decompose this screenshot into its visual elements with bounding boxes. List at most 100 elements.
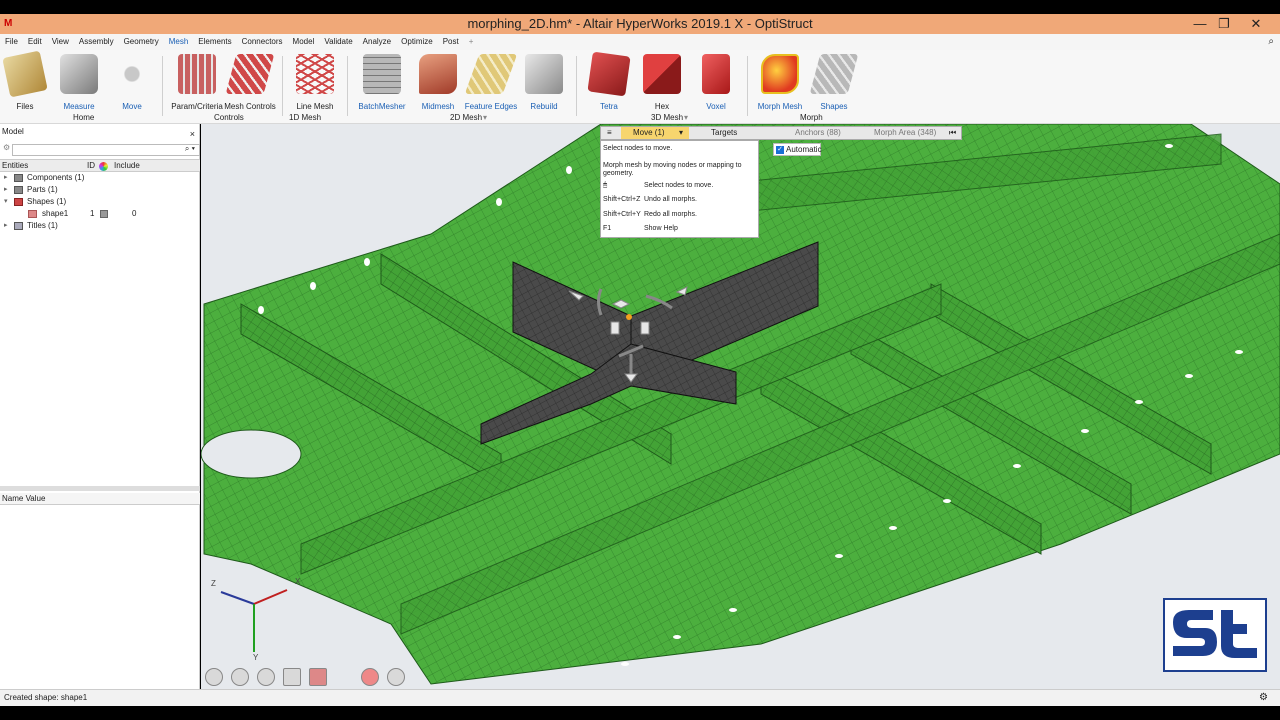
rotate-view-icon[interactable] bbox=[205, 668, 223, 686]
gear-icon[interactable]: ⚙ bbox=[1259, 690, 1268, 706]
col-id[interactable]: ID bbox=[87, 160, 95, 172]
collapse-toolbar-button[interactable]: ⏮ bbox=[949, 127, 956, 139]
morph-toolbar: ≡ Move (1) ▾ Targets Anchors (88) Morph … bbox=[600, 126, 962, 156]
menu-post[interactable]: Post bbox=[438, 34, 464, 50]
close-icon[interactable]: × bbox=[190, 126, 195, 142]
menu-analyze[interactable]: Analyze bbox=[358, 34, 396, 50]
fit-view-icon[interactable] bbox=[387, 668, 405, 686]
menu-elements[interactable]: Elements bbox=[193, 34, 236, 50]
close-button[interactable]: ✕ bbox=[1242, 14, 1270, 34]
line-mesh-button[interactable]: Line Mesh bbox=[287, 54, 343, 111]
tooltip-header: Select nodes to move. bbox=[603, 145, 673, 152]
pan-view-icon[interactable] bbox=[231, 668, 249, 686]
spin-view-icon[interactable] bbox=[257, 668, 275, 686]
targets-button[interactable]: Targets bbox=[711, 127, 737, 139]
selected-node[interactable] bbox=[626, 314, 632, 320]
batchmesher-button[interactable]: BatchMesher bbox=[354, 54, 410, 111]
iso-view-icon[interactable] bbox=[283, 668, 301, 686]
st-logo bbox=[1163, 598, 1267, 672]
menu-connectors[interactable]: Connectors bbox=[237, 34, 288, 50]
chevron-right-icon[interactable]: ▸ bbox=[4, 220, 8, 232]
chevron-down-icon[interactable]: ▾ bbox=[483, 113, 487, 122]
axis-view-icon[interactable] bbox=[335, 668, 353, 686]
menu-assembly[interactable]: Assembly bbox=[74, 34, 119, 50]
menu-mesh[interactable]: Mesh bbox=[164, 34, 194, 50]
shape1-id: 1 bbox=[90, 209, 95, 218]
automatic-label: Automatic bbox=[786, 145, 822, 154]
tetra-button[interactable]: Tetra bbox=[581, 51, 637, 111]
color-wheel-icon bbox=[99, 162, 108, 171]
menu-edit[interactable]: Edit bbox=[23, 34, 47, 50]
tree-item-titles[interactable]: ▸ Titles (1) bbox=[0, 220, 200, 232]
section-view-icon[interactable] bbox=[309, 668, 327, 686]
morph-area-button[interactable]: Morph Area (348) bbox=[874, 127, 936, 139]
col-include[interactable]: Include bbox=[114, 160, 140, 172]
feature-edges-button[interactable]: Feature Edges bbox=[463, 54, 519, 111]
anchors-button[interactable]: Anchors (88) bbox=[795, 127, 841, 139]
menu-model[interactable]: Model bbox=[288, 34, 320, 50]
add-tab-button[interactable]: + bbox=[464, 34, 479, 50]
measure-button[interactable]: Measure bbox=[51, 54, 107, 111]
menu-bar: File Edit View Assembly Geometry Mesh El… bbox=[0, 34, 1280, 50]
name-value-header: Name Value bbox=[0, 493, 200, 505]
group-1d-mesh: 1D Mesh bbox=[289, 113, 322, 122]
tree-item-parts[interactable]: ▸ Parts (1) bbox=[0, 184, 200, 196]
morph-mesh-button[interactable]: Morph Mesh bbox=[752, 54, 808, 111]
tooltip-description: geometry. bbox=[603, 170, 634, 177]
titles-icon bbox=[14, 222, 23, 230]
ribbon-separator bbox=[347, 56, 348, 116]
filter-icon[interactable]: ⚙ bbox=[3, 143, 10, 152]
rebuild-button[interactable]: Rebuild bbox=[516, 54, 572, 111]
mesh-controls-icon bbox=[225, 54, 275, 94]
hex-button[interactable]: Hex bbox=[634, 54, 690, 111]
measure-icon bbox=[60, 54, 98, 94]
voxel-icon bbox=[702, 54, 730, 94]
menu-optimize[interactable]: Optimize bbox=[396, 34, 438, 50]
ribbon: Files Measure Move Param/Criteria Mesh C… bbox=[0, 50, 1280, 124]
hamburger-menu-button[interactable]: ≡ bbox=[607, 127, 619, 139]
color-swatch[interactable] bbox=[100, 210, 108, 218]
voxel-button[interactable]: Voxel bbox=[688, 54, 744, 111]
midmesh-button[interactable]: Midmesh bbox=[410, 54, 466, 111]
search-icon[interactable]: ⌕ bbox=[1268, 36, 1274, 47]
menu-geometry[interactable]: Geometry bbox=[119, 34, 164, 50]
panel-header: Model × bbox=[0, 124, 199, 140]
chevron-down-icon[interactable]: ▾ bbox=[4, 196, 8, 208]
shape1-include: 0 bbox=[132, 209, 137, 218]
group-2d-mesh[interactable]: 2D Mesh bbox=[450, 113, 482, 122]
move-mode-label: Move (1) bbox=[633, 128, 665, 137]
ribbon-separator bbox=[576, 56, 577, 116]
feature-edges-icon bbox=[464, 54, 518, 94]
components-icon bbox=[14, 174, 23, 182]
zoom-view-icon[interactable] bbox=[361, 668, 379, 686]
shapes-icon bbox=[809, 54, 859, 94]
chevron-right-icon[interactable]: ▸ bbox=[4, 172, 8, 184]
param-criteria-button[interactable]: Param/Criteria bbox=[169, 54, 225, 111]
morph-mesh-icon bbox=[761, 54, 799, 94]
shapes-button[interactable]: Shapes bbox=[806, 54, 862, 111]
tree-item-shape1[interactable]: shape1 1 0 bbox=[0, 208, 200, 220]
chevron-down-icon[interactable]: ▾ bbox=[684, 113, 688, 122]
model-browser: Model × ⚙ ⌕ ▾ Entities ID Include ▸ Comp… bbox=[0, 124, 200, 689]
files-button[interactable]: Files bbox=[0, 50, 53, 111]
menu-file[interactable]: File bbox=[0, 34, 23, 50]
search-icon[interactable]: ⌕ ▾ bbox=[185, 144, 195, 154]
restore-button[interactable]: ❐ bbox=[1210, 14, 1238, 34]
morph-tooltip: Select nodes to move. Morph mesh by movi… bbox=[600, 140, 759, 238]
menu-validate[interactable]: Validate bbox=[319, 34, 357, 50]
group-3d-mesh[interactable]: 3D Mesh bbox=[651, 113, 683, 122]
panel-splitter[interactable] bbox=[0, 486, 200, 491]
move-mode-button[interactable]: Move (1) ▾ bbox=[621, 127, 689, 139]
move-button[interactable]: Move bbox=[104, 54, 160, 111]
col-entities[interactable]: Entities bbox=[2, 160, 28, 172]
chevron-right-icon[interactable]: ▸ bbox=[4, 184, 8, 196]
ribbon-separator bbox=[747, 56, 748, 116]
tree-item-components[interactable]: ▸ Components (1) bbox=[0, 172, 200, 184]
automatic-checkbox[interactable]: ✓ Automatic bbox=[773, 143, 822, 156]
ribbon-separator bbox=[162, 56, 163, 116]
browser-search-input[interactable]: ⌕ ▾ bbox=[12, 144, 200, 156]
menu-view[interactable]: View bbox=[47, 34, 74, 50]
tree-item-shapes[interactable]: ▾ Shapes (1) bbox=[0, 196, 200, 208]
chevron-down-icon[interactable]: ▾ bbox=[679, 127, 683, 139]
mesh-controls-button[interactable]: Mesh Controls bbox=[222, 54, 278, 111]
